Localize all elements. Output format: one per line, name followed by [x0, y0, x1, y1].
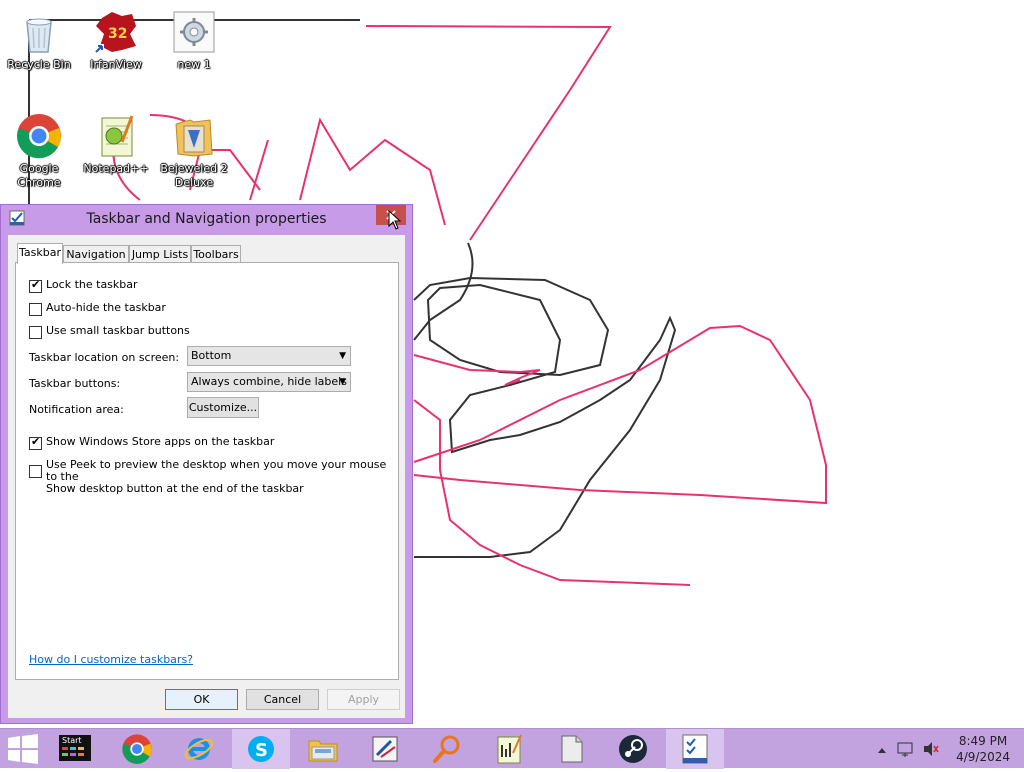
check-mark-icon: ✔	[31, 435, 41, 448]
desktop-icon-bejeweled[interactable]: Bejeweled 2 Deluxe	[156, 112, 232, 190]
chrome-icon	[17, 114, 61, 159]
peek-label-line1: Use Peek to preview the desktop when you…	[46, 458, 387, 483]
tab-navigation[interactable]: Navigation	[63, 245, 129, 262]
skype-icon: S	[248, 736, 274, 762]
bejeweled-icon	[175, 119, 213, 157]
checkbox-label: Use small taskbar buttons	[46, 324, 190, 337]
file-explorer-icon	[308, 740, 338, 762]
desktop-icon-label: Recycle Bin	[7, 58, 71, 71]
customize-button[interactable]: Customize...	[187, 397, 259, 418]
svg-text:S: S	[255, 740, 268, 761]
desktop-icon-google-chrome[interactable]: Google Chrome	[1, 112, 77, 190]
network-icon	[902, 753, 908, 757]
desktop-icon-label: Notepad++	[83, 162, 149, 175]
taskbar-skype[interactable]: S	[232, 729, 290, 769]
volume-muted-icon	[924, 742, 932, 756]
taskbar-buttons-select[interactable]: Always combine, hide labels ▼	[187, 372, 351, 392]
taskbar-properties-window[interactable]	[666, 729, 724, 769]
chevron-down-icon: ▼	[339, 377, 346, 387]
search-magnifier-icon	[433, 735, 460, 763]
help-link[interactable]: How do I customize taskbars?	[29, 653, 193, 666]
start-app-label: Start	[62, 736, 82, 745]
taskbar-properties-dialog: Taskbar and Navigation properties Taskba…	[0, 204, 413, 724]
peek-label-line2: Show desktop button at the end of the ta…	[46, 482, 304, 495]
peek-checkbox[interactable]	[29, 465, 42, 478]
system-tray	[870, 729, 940, 769]
mouse-cursor-icon	[388, 210, 402, 230]
auto-hide-checkbox[interactable]	[29, 303, 42, 316]
steam-icon	[619, 735, 647, 763]
taskbar-internet-explorer[interactable]	[170, 729, 228, 769]
dialog-titlebar[interactable]: Taskbar and Navigation properties	[1, 205, 412, 233]
desktop-icon-irfanview[interactable]: 32 IrfanView	[78, 8, 154, 72]
desktop-icon-new-1[interactable]: new 1	[156, 8, 232, 72]
chevron-down-icon: ▼	[339, 351, 346, 361]
irfanview-icon: 32	[94, 12, 136, 54]
checkbox-label: Lock the taskbar	[46, 278, 138, 291]
tray-icons	[878, 742, 939, 757]
notification-label: Notification area:	[29, 403, 124, 416]
notepad-plus-plus-icon	[101, 115, 134, 157]
chrome-icon	[122, 734, 152, 764]
dialog-client-area: Taskbar Navigation Jump Lists Toolbars ✔…	[8, 235, 405, 718]
small-buttons-checkbox[interactable]	[29, 326, 42, 339]
taskbar-properties-icon	[682, 734, 708, 764]
buttons-label: Taskbar buttons:	[29, 377, 121, 390]
taskbar-chrome[interactable]	[108, 729, 166, 769]
taskbar-buttons-value: Always combine, hide labels	[191, 375, 347, 388]
taskbar-notepad-plus-plus[interactable]	[480, 729, 538, 769]
desktop-icon-label: Bejeweled 2 Deluxe	[160, 162, 228, 189]
tab-toolbars[interactable]: Toolbars	[191, 245, 241, 262]
check-mark-icon: ✔	[31, 278, 41, 291]
auto-hide-option[interactable]: Auto-hide the taskbar	[29, 302, 166, 316]
tab-taskbar[interactable]: Taskbar	[17, 243, 63, 264]
recycle-bin-icon	[26, 18, 52, 53]
show-hidden-icons-icon	[878, 748, 886, 753]
lock-taskbar-checkbox[interactable]: ✔	[29, 278, 42, 293]
paint-icon	[372, 736, 398, 762]
taskbar-tab-panel: ✔ Lock the taskbar Auto-hide the taskbar…	[15, 262, 399, 680]
desktop-icon-notepad-plus-plus[interactable]: Notepad++	[78, 112, 154, 176]
start-menu-app-icon: Start	[59, 735, 91, 761]
taskbar-file-explorer[interactable]	[294, 729, 352, 769]
taskbar-clock[interactable]: 8:49 PM 4/9/2024	[956, 733, 1010, 765]
small-buttons-option[interactable]: Use small taskbar buttons	[29, 325, 190, 339]
location-select[interactable]: Bottom ▼	[187, 346, 351, 366]
desktop-icon-label: new 1	[177, 58, 211, 71]
location-label: Taskbar location on screen:	[29, 351, 180, 364]
file-icon	[561, 735, 583, 763]
internet-explorer-icon	[184, 738, 214, 760]
store-apps-option[interactable]: ✔ Show Windows Store apps on the taskbar	[29, 435, 275, 450]
desktop-icon-label: Google Chrome	[17, 162, 61, 189]
lock-taskbar-option[interactable]: ✔ Lock the taskbar	[29, 278, 138, 293]
taskbar-search[interactable]	[418, 729, 476, 769]
windows-start-icon	[8, 734, 38, 764]
checkbox-label: Show Windows Store apps on the taskbar	[46, 435, 275, 448]
taskbar-paint[interactable]	[356, 729, 414, 769]
location-value: Bottom	[191, 349, 232, 362]
irfanview-badge: 32	[108, 26, 127, 42]
peek-option[interactable]: Use Peek to preview the desktop when you…	[29, 459, 398, 495]
store-apps-checkbox[interactable]: ✔	[29, 435, 42, 450]
ok-button[interactable]: OK	[165, 689, 238, 710]
taskbar: Start S 8:49 PM 4/9/2024	[0, 728, 1024, 769]
clock-time: 8:49 PM	[958, 734, 1008, 748]
tab-jump-lists[interactable]: Jump Lists	[129, 245, 191, 262]
dialog-title: Taskbar and Navigation properties	[86, 211, 327, 227]
cancel-button[interactable]: Cancel	[246, 689, 319, 710]
apply-button[interactable]: Apply	[327, 689, 400, 710]
taskbar-steam[interactable]	[604, 729, 662, 769]
clock-date: 4/9/2024	[956, 750, 1010, 764]
desktop-icon-label: IrfanView	[90, 58, 142, 71]
taskbar-start-app[interactable]: Start	[46, 729, 104, 769]
desktop-icon-recycle-bin[interactable]: Recycle Bin	[1, 8, 77, 72]
notepad-plus-plus-icon	[497, 734, 522, 764]
taskbar-file[interactable]	[542, 729, 600, 769]
checkbox-label: Auto-hide the taskbar	[46, 301, 166, 314]
new-file-icon	[173, 11, 215, 53]
checkbox-label: Use Peek to preview the desktop when you…	[46, 459, 398, 495]
